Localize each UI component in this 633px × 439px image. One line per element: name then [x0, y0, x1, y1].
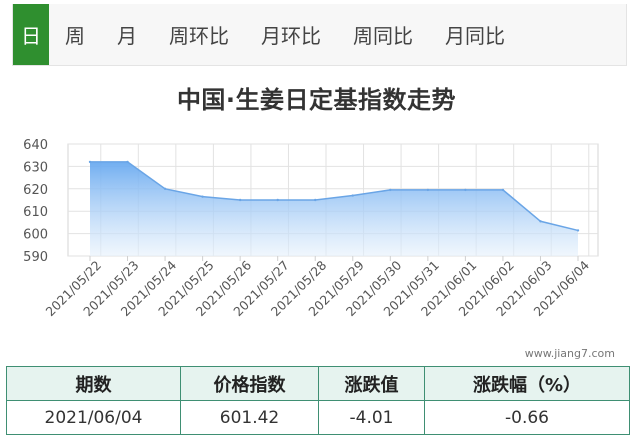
data-point — [88, 160, 92, 164]
chart-title: 中国·生姜日定基指数走势 — [176, 86, 457, 114]
tab-6[interactable]: 月同比 — [429, 4, 521, 65]
data-point — [539, 220, 542, 223]
table-row: 2021/06/04 601.42 -4.01 -0.66 — [6, 400, 630, 435]
y-tick-label: 590 — [23, 250, 48, 265]
data-point — [464, 188, 467, 192]
tab-0[interactable]: 日 — [13, 4, 49, 65]
data-point — [238, 198, 242, 202]
y-tick-label: 630 — [23, 160, 48, 175]
data-point — [576, 229, 580, 232]
y-tick-label: 620 — [23, 183, 48, 198]
col-header-change-value: 涨跌值 — [318, 366, 425, 401]
y-tick-label: 640 — [23, 138, 48, 153]
table-header-row: 期数 价格指数 涨跌值 涨跌幅（%） — [6, 366, 630, 401]
cell-price-index: 601.42 — [180, 400, 319, 435]
data-point — [163, 187, 167, 190]
data-point — [501, 188, 505, 192]
tab-3[interactable]: 周环比 — [153, 4, 245, 65]
index-trend-chart: 5906006106206306402021/05/222021/05/2320… — [23, 138, 599, 319]
cell-change-value: -4.01 — [318, 400, 425, 435]
y-tick-label: 610 — [23, 205, 48, 220]
y-tick-label: 600 — [23, 228, 48, 243]
cell-period: 2021/06/04 — [6, 400, 181, 435]
data-point — [314, 198, 317, 202]
index-summary-table: 期数 价格指数 涨跌值 涨跌幅（%） 2021/06/04 601.42 -4.… — [6, 366, 630, 435]
series-area — [90, 161, 578, 256]
tab-4[interactable]: 月环比 — [245, 4, 337, 65]
data-point — [276, 198, 279, 202]
data-point — [426, 188, 430, 192]
data-point — [351, 194, 354, 197]
tab-5[interactable]: 周同比 — [337, 4, 429, 65]
data-point — [126, 160, 129, 164]
col-header-change-percent: 涨跌幅（%） — [424, 366, 630, 401]
tab-1[interactable]: 周 — [49, 4, 101, 65]
data-point — [201, 195, 204, 198]
col-header-period: 期数 — [6, 366, 181, 401]
col-header-price-index: 价格指数 — [180, 366, 319, 401]
cell-change-percent: -0.66 — [424, 400, 630, 435]
data-point — [389, 188, 392, 192]
site-watermark: www.jiang7.com — [524, 347, 615, 360]
tab-2[interactable]: 月 — [101, 4, 153, 65]
period-tab-bar: 日周月周环比 月环比 周同比 月同比 — [12, 4, 627, 66]
